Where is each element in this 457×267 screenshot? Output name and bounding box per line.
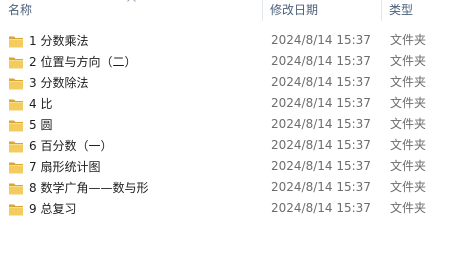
file-type: 文件夹 — [390, 159, 427, 173]
file-row[interactable]: 6 百分数（一） 2024/8/14 15:37 文件夹 — [0, 135, 457, 156]
file-modified-date: 2024/8/14 15:37 — [271, 33, 371, 47]
file-modified-date: 2024/8/14 15:37 — [271, 159, 371, 173]
column-header-bar: 名称 修改日期 类型 — [0, 0, 457, 21]
folder-icon — [8, 138, 24, 154]
file-type: 文件夹 — [390, 75, 427, 89]
file-row[interactable]: 7 扇形统计图 2024/8/14 15:37 文件夹 — [0, 156, 457, 177]
folder-icon — [8, 180, 24, 196]
folder-icon — [8, 75, 24, 91]
file-name: 4 比 — [29, 97, 53, 111]
file-name: 2 位置与方向（二） — [29, 55, 137, 69]
file-name: 5 圆 — [29, 118, 53, 132]
file-modified-date: 2024/8/14 15:37 — [271, 117, 371, 131]
column-divider[interactable] — [381, 0, 382, 21]
file-list: 1 分数乘法 2024/8/14 15:37 文件夹 2 位置与方向（二） 2024/8… — [0, 30, 457, 219]
column-header-name[interactable]: 名称 — [8, 0, 32, 21]
file-name: 1 分数乘法 — [29, 34, 89, 48]
file-modified-date: 2024/8/14 15:37 — [271, 96, 371, 110]
folder-icon — [8, 96, 24, 112]
file-name-cell[interactable]: 1 分数乘法 — [8, 30, 263, 51]
file-type: 文件夹 — [390, 138, 427, 152]
column-header-type[interactable]: 类型 — [389, 0, 413, 21]
file-row[interactable]: 9 总复习 2024/8/14 15:37 文件夹 — [0, 198, 457, 219]
file-modified-date: 2024/8/14 15:37 — [271, 138, 371, 152]
file-type: 文件夹 — [390, 54, 427, 68]
file-row[interactable]: 8 数学广角——数与形 2024/8/14 15:37 文件夹 — [0, 177, 457, 198]
folder-icon — [8, 117, 24, 133]
file-type: 文件夹 — [390, 117, 427, 131]
column-header-modified[interactable]: 修改日期 — [270, 0, 318, 21]
file-type: 文件夹 — [390, 96, 427, 110]
file-row[interactable]: 4 比 2024/8/14 15:37 文件夹 — [0, 93, 457, 114]
folder-icon — [8, 159, 24, 175]
file-row[interactable]: 1 分数乘法 2024/8/14 15:37 文件夹 — [0, 30, 457, 51]
file-name: 6 百分数（一） — [29, 139, 113, 153]
file-modified-date: 2024/8/14 15:37 — [271, 201, 371, 215]
file-name: 7 扇形统计图 — [29, 160, 101, 174]
sort-ascending-icon — [127, 0, 136, 2]
file-name-cell[interactable]: 3 分数除法 — [8, 72, 263, 93]
file-type: 文件夹 — [390, 33, 427, 47]
file-row[interactable]: 5 圆 2024/8/14 15:37 文件夹 — [0, 114, 457, 135]
folder-icon — [8, 33, 24, 49]
file-name: 8 数学广角——数与形 — [29, 181, 149, 195]
file-name-cell[interactable]: 7 扇形统计图 — [8, 156, 263, 177]
file-modified-date: 2024/8/14 15:37 — [271, 54, 371, 68]
file-name-cell[interactable]: 9 总复习 — [8, 198, 263, 219]
file-modified-date: 2024/8/14 15:37 — [271, 180, 371, 194]
file-type: 文件夹 — [390, 201, 427, 215]
column-divider[interactable] — [262, 0, 263, 21]
file-name-cell[interactable]: 6 百分数（一） — [8, 135, 263, 156]
file-modified-date: 2024/8/14 15:37 — [271, 75, 371, 89]
file-name-cell[interactable]: 8 数学广角——数与形 — [8, 177, 263, 198]
folder-icon — [8, 201, 24, 217]
file-name-cell[interactable]: 2 位置与方向（二） — [8, 51, 263, 72]
file-type: 文件夹 — [390, 180, 427, 194]
folder-icon — [8, 54, 24, 70]
file-row[interactable]: 3 分数除法 2024/8/14 15:37 文件夹 — [0, 72, 457, 93]
file-name: 3 分数除法 — [29, 76, 89, 90]
file-name-cell[interactable]: 5 圆 — [8, 114, 263, 135]
file-row[interactable]: 2 位置与方向（二） 2024/8/14 15:37 文件夹 — [0, 51, 457, 72]
file-name-cell[interactable]: 4 比 — [8, 93, 263, 114]
file-name: 9 总复习 — [29, 202, 77, 216]
